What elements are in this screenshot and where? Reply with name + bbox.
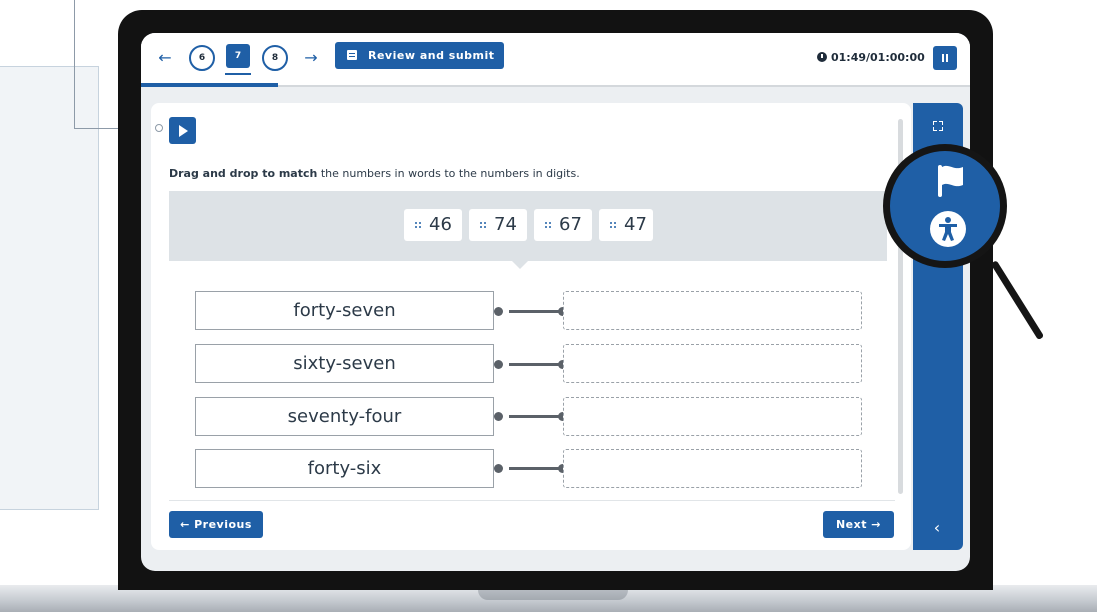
chip-value: 46 — [429, 214, 452, 235]
footer-divider — [169, 500, 895, 501]
draggable-chip-67[interactable]: 67 — [534, 209, 592, 241]
draggable-chip-46[interactable]: 46 — [404, 209, 462, 241]
callout-line — [74, 0, 75, 128]
drag-area-pointer — [512, 261, 528, 269]
draggable-chip-47[interactable]: 47 — [599, 209, 653, 241]
question-card: Drag and drop to match the numbers in wo… — [151, 103, 911, 550]
side-info-panel — [0, 66, 99, 510]
drag-handle-icon — [610, 220, 617, 229]
clock-icon — [817, 52, 827, 62]
previous-button[interactable]: ← Previous — [169, 511, 263, 538]
callout-dot — [155, 124, 163, 132]
drag-source-area — [169, 191, 887, 261]
connector — [509, 415, 565, 418]
review-label: Review and submit — [368, 49, 495, 62]
word-forty-seven: forty-seven — [195, 291, 494, 330]
connector — [509, 467, 565, 470]
drag-handle-icon — [480, 220, 487, 229]
list-icon — [347, 50, 357, 60]
chevron-left-icon[interactable]: ‹ — [927, 518, 947, 538]
word-seventy-four: seventy-four — [195, 397, 494, 436]
magnifier-handle — [990, 260, 1045, 341]
chip-value: 47 — [624, 214, 647, 235]
question-6-button[interactable]: 6 — [189, 45, 215, 71]
drag-handle-icon — [415, 220, 422, 229]
next-button[interactable]: Next → — [823, 511, 894, 538]
laptop-screen: ← 6 7 8 → Review and submit 01:49/01:00:… — [141, 33, 970, 571]
connector-dot — [494, 307, 503, 316]
word-sixty-seven: sixty-seven — [195, 344, 494, 383]
chip-value: 74 — [494, 214, 517, 235]
drag-handle-icon — [545, 220, 552, 229]
drop-zone[interactable] — [563, 291, 862, 330]
word-forty-six: forty-six — [195, 449, 494, 488]
connector — [509, 363, 565, 366]
draggable-chip-74[interactable]: 74 — [469, 209, 527, 241]
drop-zone[interactable] — [563, 449, 862, 488]
play-icon[interactable] — [169, 117, 196, 144]
question-8-button[interactable]: 8 — [262, 45, 288, 71]
instruction-bold: Drag and drop to match — [169, 167, 318, 180]
instruction-rest: the numbers in words to the numbers in d… — [317, 167, 580, 180]
review-and-submit-button[interactable]: Review and submit — [335, 42, 504, 69]
pause-button[interactable] — [933, 46, 957, 70]
magnifier — [883, 144, 1007, 268]
forward-arrow-button[interactable]: → — [300, 47, 322, 69]
flag-icon[interactable] — [936, 163, 970, 199]
fullscreen-icon[interactable] — [933, 121, 943, 131]
timer: 01:49/01:00:00 — [831, 51, 925, 64]
drop-zone[interactable] — [563, 344, 862, 383]
question-7-button[interactable]: 7 — [226, 44, 250, 68]
back-arrow-button[interactable]: ← — [154, 47, 176, 69]
connector — [509, 310, 565, 313]
accessibility-icon[interactable] — [930, 211, 966, 247]
connector-dot — [494, 360, 503, 369]
connector-dot — [494, 412, 503, 421]
connector-dot — [494, 464, 503, 473]
drop-zone[interactable] — [563, 397, 862, 436]
instruction: Drag and drop to match the numbers in wo… — [169, 167, 580, 180]
top-bar: ← 6 7 8 → Review and submit 01:49/01:00:… — [141, 33, 970, 87]
progress-bar — [141, 83, 278, 87]
current-question-indicator — [225, 73, 251, 75]
chip-value: 67 — [559, 214, 582, 235]
